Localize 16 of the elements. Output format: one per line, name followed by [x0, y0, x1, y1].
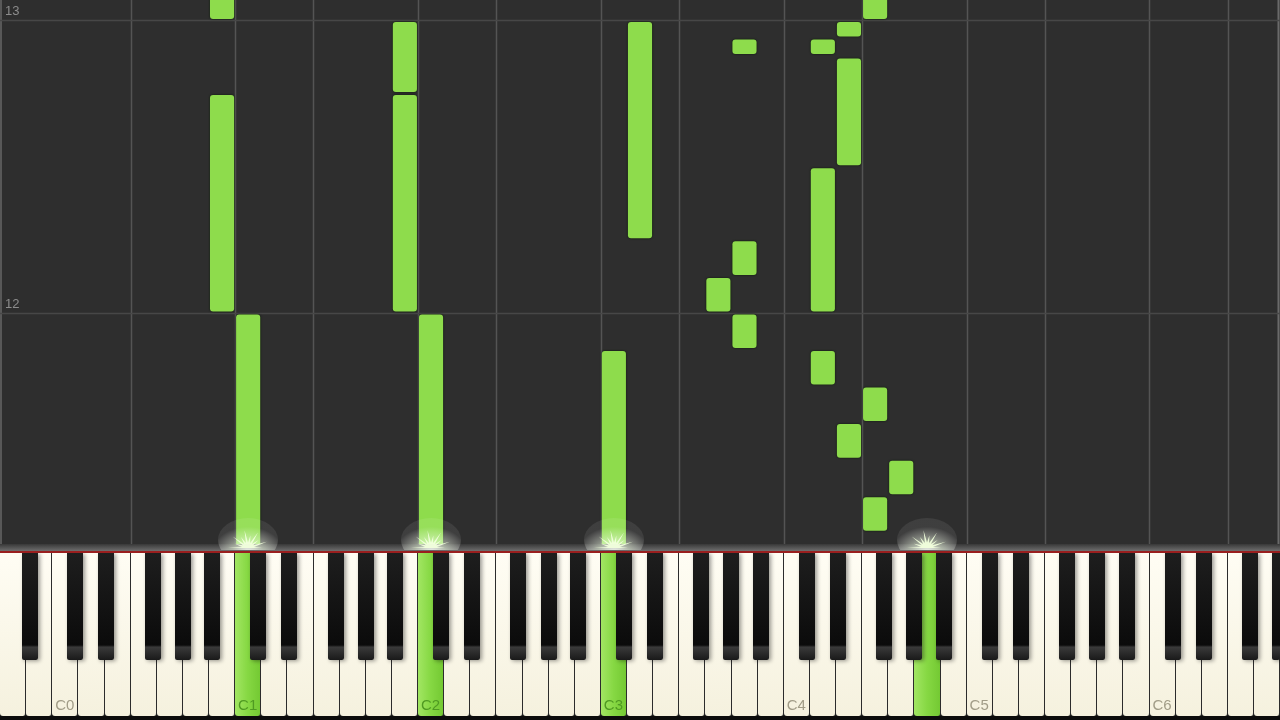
- note-bar: [732, 39, 757, 55]
- note-bar: [836, 424, 862, 458]
- note-bar: [810, 39, 835, 55]
- note-bar: [392, 21, 417, 93]
- measure-number: 12: [5, 296, 20, 310]
- note-bar: [863, 387, 888, 422]
- note-bar: [210, 0, 235, 19]
- measure-number: 13: [5, 4, 20, 18]
- note-bar: [863, 0, 888, 19]
- note-bar: [732, 241, 757, 275]
- note-bar: [810, 351, 835, 385]
- note-bar: [863, 497, 888, 531]
- note-bar: [836, 21, 862, 37]
- note-bar: [889, 460, 914, 495]
- note-bar: [706, 277, 731, 312]
- note-bar: [732, 314, 757, 348]
